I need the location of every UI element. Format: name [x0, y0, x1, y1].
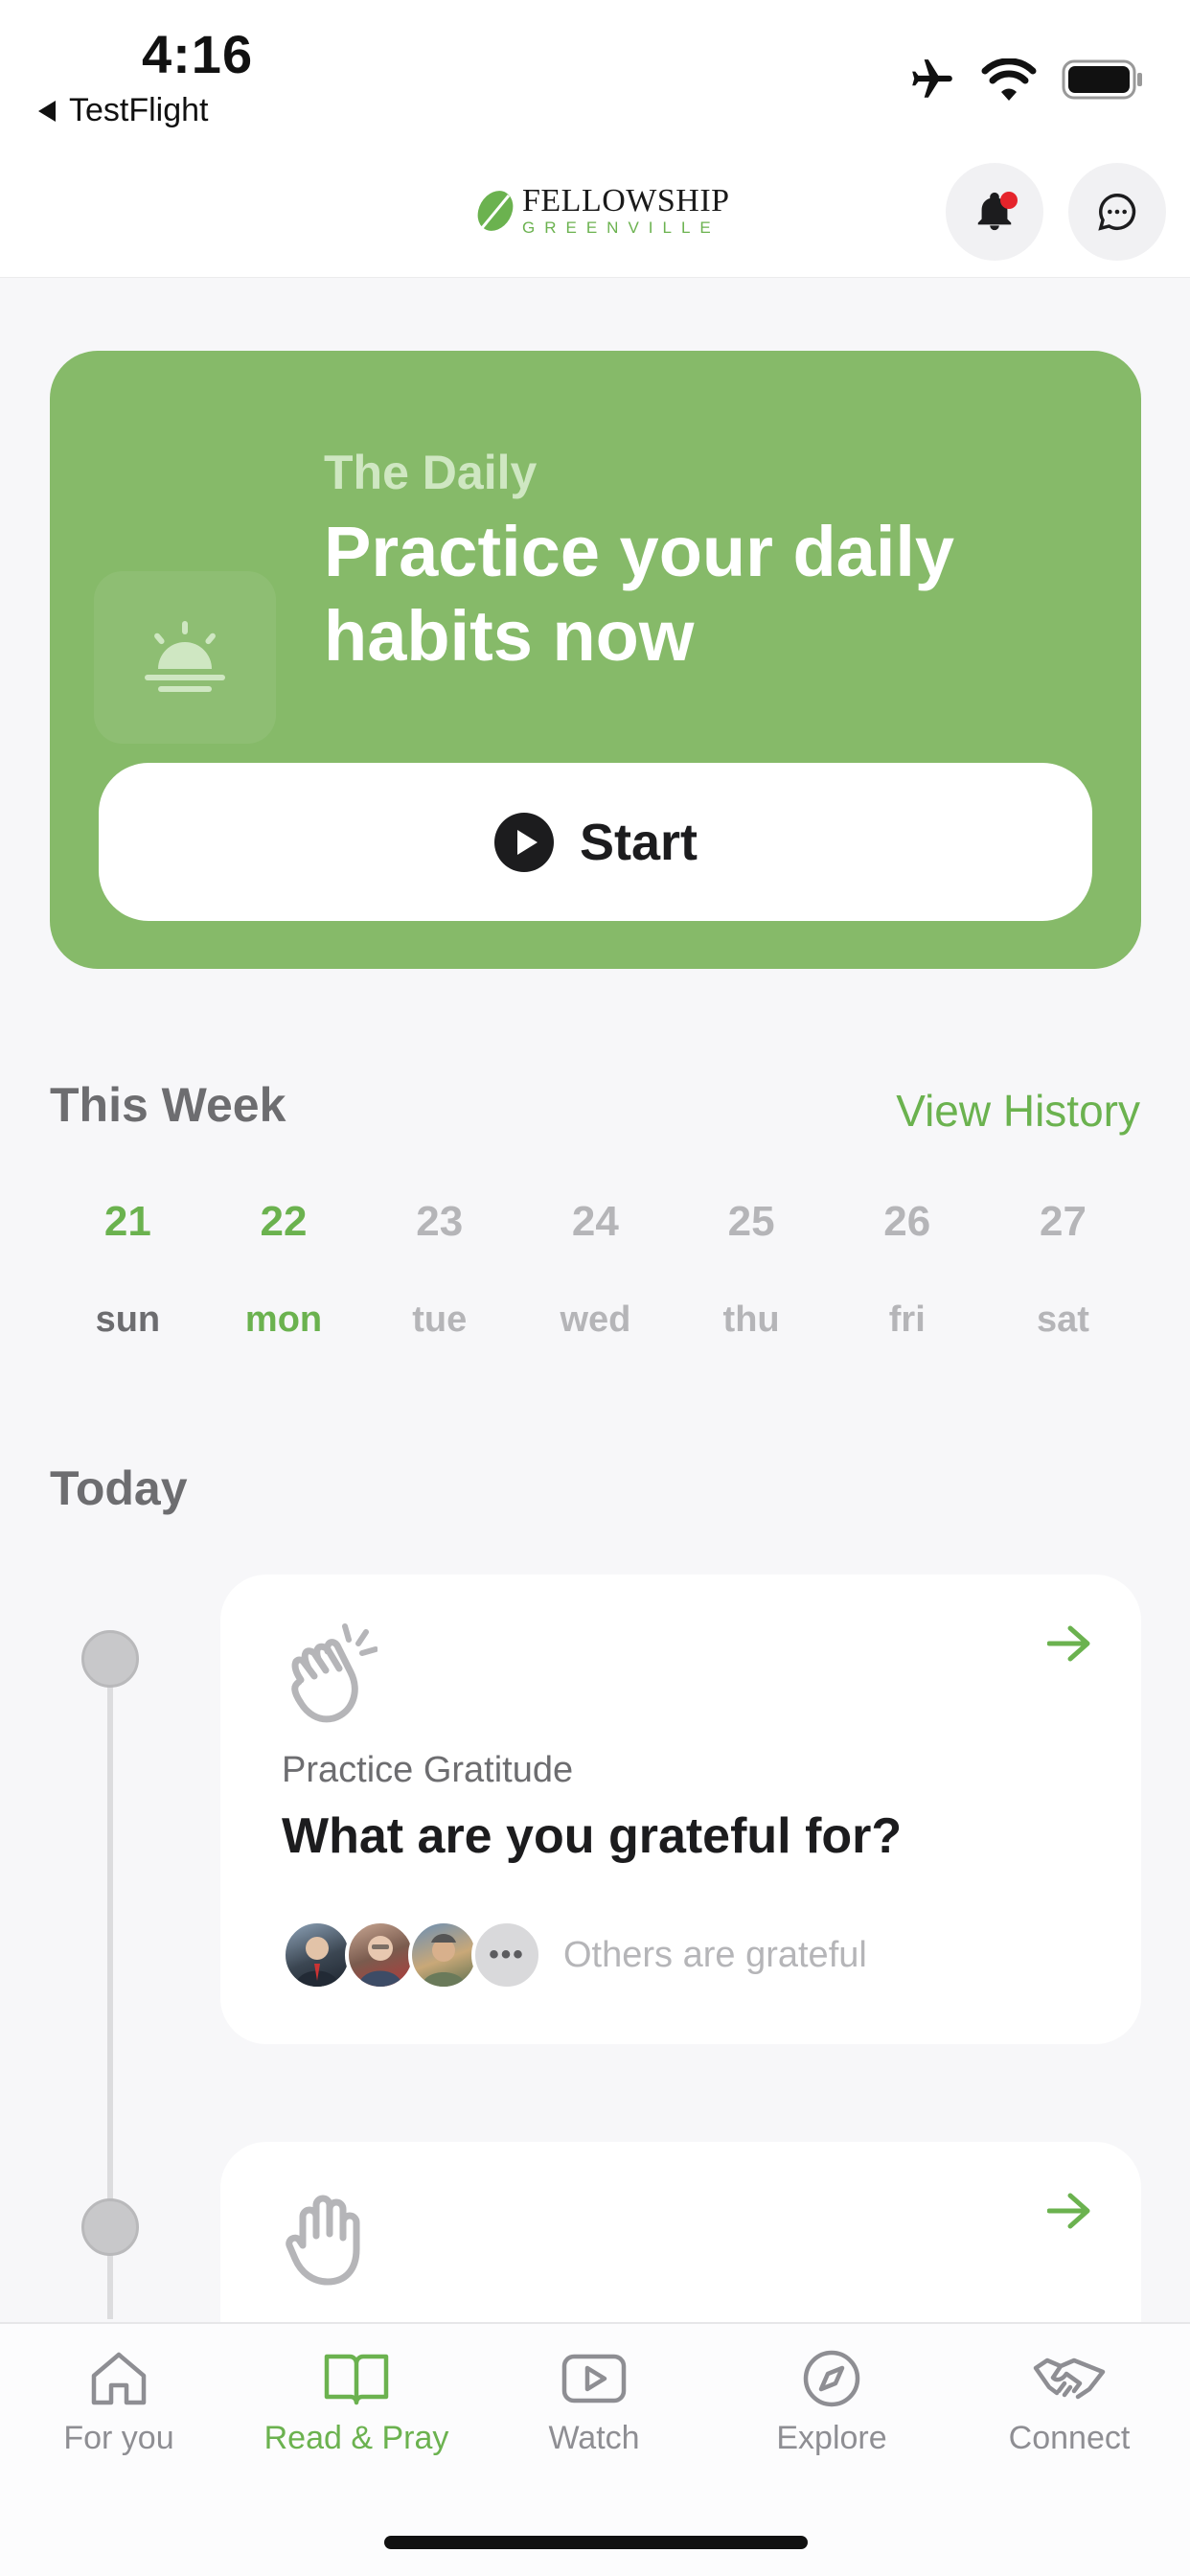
tab-explore[interactable]: Explore	[713, 2349, 950, 2457]
home-indicator	[384, 2536, 808, 2549]
card-icon-wrap	[282, 1622, 378, 1729]
tab-read-pray[interactable]: Read & Pray	[238, 2349, 475, 2457]
timeline-dot	[81, 2198, 139, 2256]
back-label: TestFlight	[69, 92, 209, 128]
sunrise-icon	[145, 621, 225, 692]
day-mon[interactable]: 22 mon	[206, 1198, 362, 1341]
day-name: sun	[95, 1300, 161, 1340]
arrow-right-icon[interactable]	[1047, 1624, 1091, 1663]
start-button[interactable]: Start	[99, 763, 1092, 921]
day-number: 25	[727, 1198, 775, 1245]
leaf-logo-icon	[477, 190, 514, 231]
messages-button[interactable]	[1068, 163, 1166, 261]
day-fri[interactable]: 26 fri	[829, 1198, 985, 1341]
day-wed[interactable]: 24 wed	[517, 1198, 674, 1341]
app-header: FELLOWSHIP GREENVILLE	[0, 158, 1190, 278]
notification-dot	[1000, 192, 1018, 209]
tab-label: For you	[63, 2420, 174, 2456]
day-number: 24	[571, 1198, 619, 1245]
status-bar: 4:16 TestFlight	[0, 0, 1190, 158]
day-sun[interactable]: 21 sun	[50, 1198, 206, 1341]
day-number: 21	[103, 1198, 151, 1245]
more-avatars: •••	[471, 1920, 542, 1990]
clapping-hands-icon	[291, 1623, 378, 1723]
person-avatar-icon	[358, 1936, 402, 1987]
day-thu[interactable]: 25 thu	[674, 1198, 830, 1341]
today-heading: Today	[50, 1461, 188, 1515]
card-category: Practice Gratitude	[282, 1750, 574, 1790]
raised-hand-icon	[286, 2195, 360, 2286]
tab-label: Read & Pray	[263, 2420, 449, 2456]
compass-icon	[803, 2350, 860, 2407]
chat-bubble-icon	[1098, 194, 1136, 231]
back-to-testflight[interactable]: TestFlight	[38, 92, 209, 129]
day-number: 27	[1039, 1198, 1087, 1245]
day-name: thu	[722, 1300, 780, 1340]
fellowship-logo: FELLOWSHIP GREENVILLE	[474, 185, 730, 236]
day-name: fri	[888, 1300, 926, 1340]
airplane-icon	[912, 59, 952, 98]
wifi-icon	[981, 58, 1037, 101]
gratitude-card[interactable]: Practice Gratitude What are you grateful…	[220, 1575, 1141, 2044]
timeline-dot	[81, 1630, 139, 1688]
tab-label: Connect	[1008, 2420, 1131, 2456]
daily-hero-card[interactable]: The Daily Practice your daily habits now…	[50, 351, 1141, 969]
more-dots-icon: •••	[489, 1939, 525, 1970]
day-tue[interactable]: 23 tue	[361, 1198, 517, 1341]
day-name: wed	[560, 1300, 631, 1340]
card-title: What are you grateful for?	[282, 1808, 903, 1864]
open-book-icon	[324, 2354, 389, 2405]
view-history-link[interactable]: View History	[896, 1085, 1140, 1137]
day-number: 23	[416, 1198, 464, 1245]
this-week-heading: This Week	[50, 1078, 286, 1132]
day-number: 26	[883, 1198, 931, 1245]
person-avatar-icon	[422, 1934, 466, 1987]
avatar-group: ••• Others are grateful	[282, 1920, 867, 1990]
day-number: 22	[260, 1198, 308, 1245]
hero-subtitle: The Daily	[324, 446, 538, 499]
avatar	[408, 1920, 479, 1990]
person-avatar-icon	[295, 1937, 339, 1987]
hero-icon-tile	[94, 571, 276, 744]
tab-for-you[interactable]: For you	[0, 2349, 238, 2457]
card-icon-wrap	[282, 2190, 368, 2290]
day-sat[interactable]: 27 sat	[985, 1198, 1141, 1341]
avatar	[282, 1920, 353, 1990]
logo-main-text: FELLOWSHIP	[522, 183, 730, 218]
notifications-button[interactable]	[946, 163, 1043, 261]
play-video-icon	[561, 2354, 627, 2404]
tab-watch[interactable]: Watch	[475, 2349, 713, 2457]
status-time: 4:16	[142, 24, 254, 84]
arrow-right-icon[interactable]	[1047, 2192, 1091, 2230]
back-arrow-icon	[38, 100, 56, 122]
day-name: mon	[244, 1300, 323, 1340]
home-icon	[91, 2352, 147, 2405]
handshake-icon	[1033, 2358, 1106, 2400]
status-icons	[908, 56, 1144, 104]
week-day-strip: 21 sun 22 mon 23 tue 24 wed 25 thu 26 fr…	[50, 1198, 1141, 1341]
day-name: tue	[412, 1300, 468, 1340]
play-circle-icon	[493, 812, 554, 872]
hero-title: Practice your daily habits now	[324, 512, 955, 676]
battery-icon	[1062, 59, 1142, 100]
day-name: sat	[1037, 1300, 1089, 1340]
others-grateful-text: Others are grateful	[563, 1934, 867, 1975]
logo-sub-text: GREENVILLE	[522, 218, 721, 237]
tab-connect[interactable]: Connect	[950, 2349, 1188, 2457]
start-label: Start	[579, 813, 698, 871]
tab-label: Explore	[776, 2420, 887, 2456]
avatar	[345, 1920, 416, 1990]
tab-label: Watch	[548, 2420, 640, 2456]
